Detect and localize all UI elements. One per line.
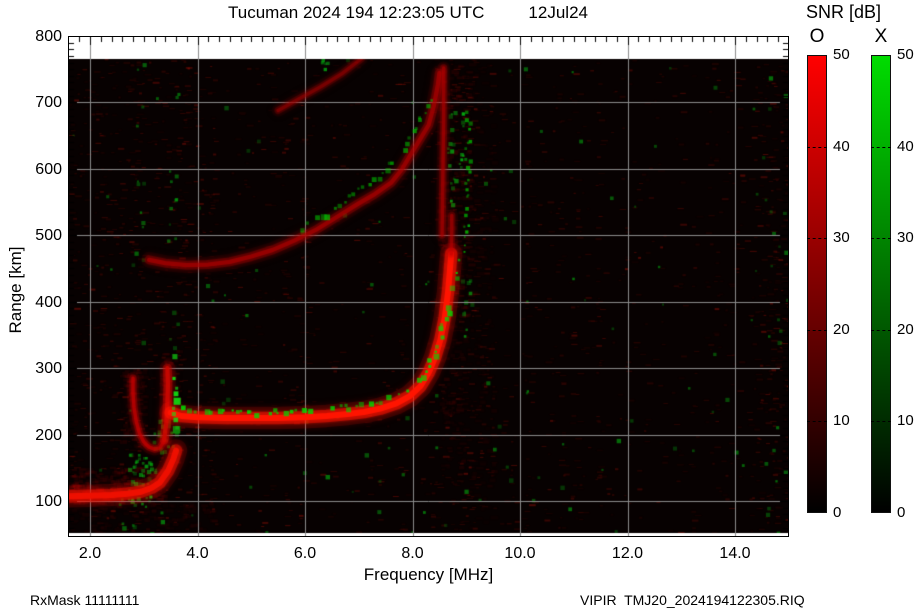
x-axis-label: Frequency [MHz] — [363, 565, 494, 584]
colorbar-x-tick-label: 10 — [897, 412, 914, 430]
colorbar-x-tick-label: 40 — [897, 137, 914, 155]
colorbar-x-gradient — [871, 55, 891, 513]
y-tick-label: 800 — [35, 28, 62, 45]
colorbar-o-tick-label: 40 — [833, 137, 850, 155]
colorbar-tick-dash — [807, 238, 827, 240]
colorbar-title: SNR [dB] — [806, 2, 882, 22]
plot-frame — [68, 36, 789, 537]
y-tick-label: 300 — [35, 360, 62, 378]
x-tick-label: 2.0 — [78, 545, 102, 562]
x-tick-label: 12.0 — [611, 545, 644, 562]
colorbar-x-tick-label: 20 — [897, 320, 914, 338]
colorbar-o-gradient — [807, 55, 827, 513]
title-row: Tucuman 2024 194 12:23:05 UTC 12Jul24 — [228, 3, 588, 23]
colorbar-tick-dash — [807, 421, 827, 423]
plot-title: Tucuman 2024 194 12:23:05 UTC — [228, 3, 485, 22]
y-tick-label: 100 — [35, 492, 62, 510]
colorbar-tick-dash — [871, 238, 891, 240]
datafile-text: VIPIR TMJ20_2024194122305.RIQ — [580, 592, 805, 608]
x-tick-label: 10.0 — [504, 545, 536, 562]
ionogram-screen: Tucuman 2024 194 12:23:05 UTC 12Jul24 Ra… — [0, 0, 922, 614]
colorbar-o-mode-label: O — [809, 26, 825, 47]
colorbar-tick-dash — [807, 146, 827, 148]
colorbar-x-tick-label: 0 — [897, 504, 906, 521]
x-tick-label: 6.0 — [293, 545, 317, 562]
colorbar-o-tick-label: 20 — [833, 320, 850, 338]
ionogram-canvas — [69, 37, 788, 536]
plot-date: 12Jul24 — [528, 3, 588, 22]
x-tick-label: 14.0 — [719, 545, 751, 562]
colorbar-o-tick-label: 10 — [833, 412, 850, 430]
x-tick-label: 8.0 — [401, 545, 424, 562]
colorbar-o-tick-label: 0 — [833, 504, 842, 521]
y-tick-label: 200 — [35, 426, 62, 444]
colorbar-x-tick-label: 30 — [897, 229, 914, 247]
x-tick-label: 4.0 — [186, 545, 209, 562]
y-tick-label: 700 — [35, 94, 62, 112]
colorbar-o-tick-label: 50 — [833, 46, 850, 63]
colorbar-tick-dash — [871, 146, 891, 148]
colorbar-x-mode-label: X — [874, 26, 888, 47]
y-tick-label: 600 — [35, 160, 62, 178]
y-tick-label: 400 — [35, 293, 62, 311]
colorbar-tick-dash — [871, 329, 891, 331]
colorbar-x-tick-label: 50 — [897, 46, 914, 63]
y-tick-label: 500 — [35, 227, 62, 245]
rxmask-text: RxMask 11111111 — [30, 592, 140, 608]
colorbar-tick-dash — [807, 329, 827, 331]
y-axis-label: Range [km] — [6, 246, 25, 334]
colorbar-o-tick-label: 30 — [833, 229, 850, 247]
colorbar-tick-dash — [871, 421, 891, 423]
